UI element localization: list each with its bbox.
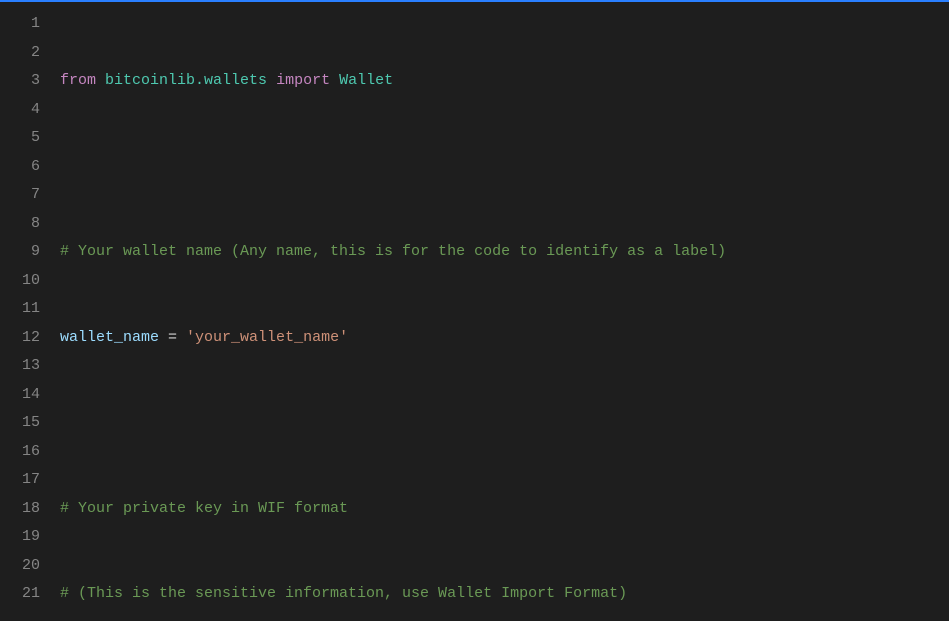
line-number: 2: [0, 39, 40, 68]
line-number: 17: [0, 466, 40, 495]
line-number: 6: [0, 153, 40, 182]
line-number: 15: [0, 409, 40, 438]
line-number: 13: [0, 352, 40, 381]
line-number: 1: [0, 10, 40, 39]
line-number: 8: [0, 210, 40, 239]
line-number: 12: [0, 324, 40, 353]
line-number: 19: [0, 523, 40, 552]
line-number: 20: [0, 552, 40, 581]
line-number: 3: [0, 67, 40, 96]
line-number: 7: [0, 181, 40, 210]
code-line[interactable]: # Your wallet name (Any name, this is fo…: [60, 238, 949, 267]
code-line[interactable]: [60, 409, 949, 438]
line-number: 21: [0, 580, 40, 609]
code-line[interactable]: wallet_name = 'your_wallet_name': [60, 324, 949, 353]
line-number: 4: [0, 96, 40, 125]
line-number: 9: [0, 238, 40, 267]
line-number: 14: [0, 381, 40, 410]
line-number: 11: [0, 295, 40, 324]
line-number: 5: [0, 124, 40, 153]
code-line[interactable]: [60, 153, 949, 182]
line-number: 10: [0, 267, 40, 296]
code-line[interactable]: from bitcoinlib.wallets import Wallet: [60, 67, 949, 96]
code-editor[interactable]: 1 2 3 4 5 6 7 8 9 10 11 12 13 14 15 16 1…: [0, 2, 949, 621]
line-number: 18: [0, 495, 40, 524]
code-line[interactable]: # (This is the sensitive information, us…: [60, 580, 949, 609]
line-number: 16: [0, 438, 40, 467]
code-content[interactable]: from bitcoinlib.wallets import Wallet # …: [60, 2, 949, 621]
code-line[interactable]: # Your private key in WIF format: [60, 495, 949, 524]
line-number-gutter: 1 2 3 4 5 6 7 8 9 10 11 12 13 14 15 16 1…: [0, 2, 60, 621]
